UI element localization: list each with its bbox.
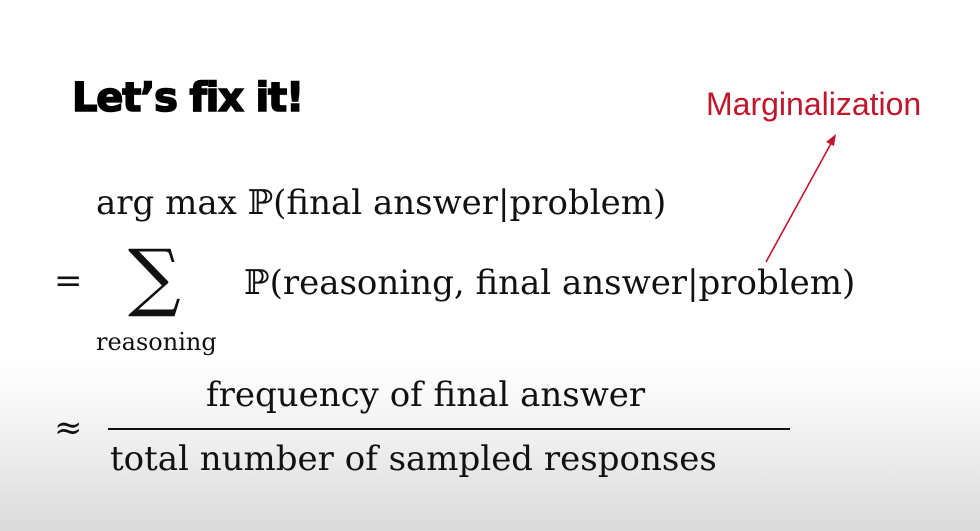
- summation-symbol: ∑: [128, 234, 181, 320]
- marginalization-annotation: Marginalization: [706, 86, 922, 122]
- slide: Let’s fix it! Marginalization arg max ℙ(…: [0, 0, 980, 531]
- approx-sign: ≈: [54, 408, 83, 448]
- slide-title: Let’s fix it!: [71, 75, 305, 121]
- fraction-numerator: frequency of final answer: [206, 375, 646, 415]
- fraction-denominator: total number of sampled responses: [110, 439, 717, 479]
- annotation-arrow-head: [826, 134, 836, 146]
- argmax-expression: arg max ℙ(final answer|problem): [96, 183, 667, 223]
- fraction-bar: [108, 428, 790, 430]
- joint-probability-expression: ℙ(reasoning, final answer|problem): [244, 263, 856, 303]
- equals-sign: =: [54, 261, 83, 301]
- annotation-arrow-line: [765, 137, 835, 263]
- summation-subscript: reasoning: [96, 328, 217, 356]
